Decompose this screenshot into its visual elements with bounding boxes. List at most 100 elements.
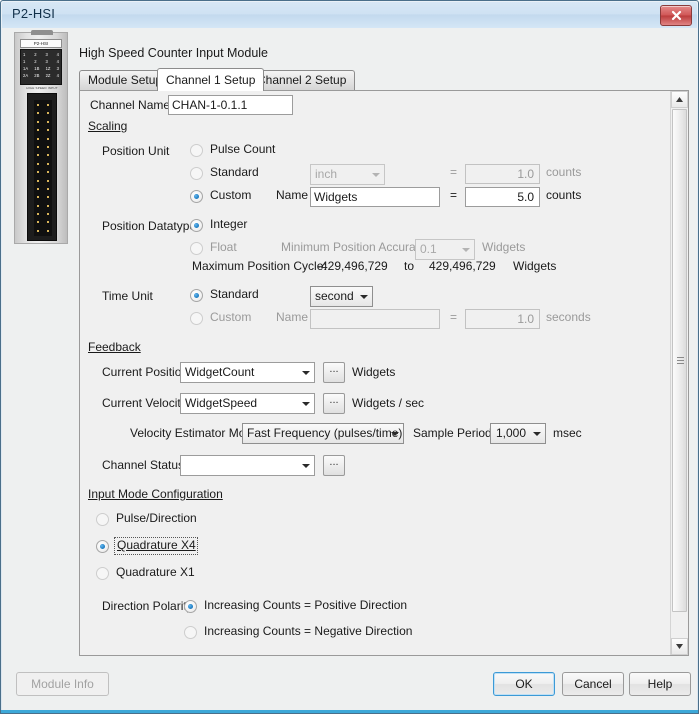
time-standard-unit-value: second: [315, 289, 354, 303]
standard-counts-unit: counts: [546, 165, 582, 179]
current-velocity-select[interactable]: WidgetSpeed: [180, 393, 315, 414]
radio-label-position-custom: Custom: [210, 188, 252, 202]
standard-equals-sign: =: [450, 165, 458, 179]
sample-period-select[interactable]: 1,000: [490, 423, 546, 444]
time-custom-name-input[interactable]: [310, 309, 440, 329]
tab-strip: Module Setup Channel 1 Setup Channel 2 S…: [79, 68, 689, 91]
current-position-label: Current Position: [102, 365, 189, 379]
radio-datatype-float[interactable]: [190, 242, 203, 255]
feedback-section-header: Feedback: [88, 340, 141, 354]
time-custom-unit: seconds: [546, 310, 591, 324]
channel-name-input[interactable]: CHAN-1-0.1.1: [168, 95, 293, 115]
sample-period-value: 1,000: [495, 426, 527, 440]
module-photo-sublabel: HIGH SPEED INPUT: [26, 86, 58, 90]
max-position-cycle-unit: Widgets: [513, 259, 557, 273]
channel-name-label: Channel Name: [90, 98, 171, 112]
help-button[interactable]: Help: [629, 672, 691, 696]
triangle-up-icon: [676, 97, 683, 102]
radio-direction-negative[interactable]: [184, 626, 197, 639]
chevron-down-icon: [391, 431, 399, 436]
radio-time-unit-standard[interactable]: [190, 289, 203, 302]
current-position-browse-button[interactable]: ...: [323, 362, 345, 383]
chevron-down-icon: [360, 294, 368, 299]
standard-position-unit-select[interactable]: inch: [310, 164, 385, 185]
scroll-up-button[interactable]: [671, 91, 688, 108]
chevron-down-icon: [462, 247, 470, 252]
current-position-select[interactable]: WidgetCount: [180, 362, 315, 383]
module-info-button[interactable]: Module Info: [16, 672, 109, 696]
min-accuracy-select[interactable]: 0.1: [415, 239, 475, 260]
radio-input-mode-pulse-direction[interactable]: [96, 513, 109, 526]
max-position-cycle-min: -429,496,729: [317, 259, 388, 273]
time-unit-label: Time Unit: [102, 289, 153, 303]
custom-counts-input[interactable]: 5.0: [465, 187, 540, 207]
radio-direction-positive[interactable]: [184, 600, 197, 613]
chevron-down-icon: [302, 463, 310, 468]
module-photo-led-box: 1234 1234 1A 1B 1Z 3 2A 2B 2Z 4: [20, 49, 62, 85]
vertical-scrollbar[interactable]: [670, 91, 688, 655]
radio-datatype-integer[interactable]: [190, 219, 203, 232]
position-unit-label: Position Unit: [102, 144, 170, 158]
radio-position-unit-custom[interactable]: [190, 190, 203, 203]
title-bar: P2-HSI: [2, 2, 697, 29]
radio-time-unit-custom[interactable]: [190, 312, 203, 325]
current-position-value: WidgetCount: [185, 365, 255, 379]
input-mode-section-header: Input Mode Configuration: [88, 487, 223, 501]
radio-label-quadrature-x1: Quadrature X1: [116, 565, 195, 579]
velocity-estimator-mode-select[interactable]: Fast Frequency (pulses/time): [242, 423, 404, 444]
radio-label-pulse-direction: Pulse/Direction: [116, 511, 197, 525]
position-datatype-label: Position Datatype: [102, 219, 197, 233]
current-velocity-browse-button[interactable]: ...: [323, 393, 345, 414]
custom-unit-name-input[interactable]: Widgets: [310, 187, 440, 207]
radio-position-unit-standard[interactable]: [190, 167, 203, 180]
settings-panel: Channel Name CHAN-1-0.1.1 Scaling Positi…: [79, 90, 689, 656]
time-custom-value-input[interactable]: 1.0: [465, 309, 540, 329]
radio-label-pulse-count: Pulse Count: [210, 142, 276, 156]
radio-label-position-standard: Standard: [210, 165, 259, 179]
min-accuracy-label: Minimum Position Accuracy: [281, 240, 428, 254]
radio-label-time-standard: Standard: [210, 287, 259, 301]
scrollbar-grip: [677, 356, 684, 365]
channel-status-select[interactable]: [180, 455, 315, 476]
dialog-footer: Module Info OK Cancel Help: [2, 656, 697, 712]
standard-counts-input[interactable]: 1.0: [465, 164, 540, 184]
module-photo: P2-HSI 1234 1234 1A 1B 1Z 3 2A 2B 2Z 4 HIGH SP…: [14, 30, 68, 244]
module-photo-body: P2-HSI 1234 1234 1A 1B 1Z 3 2A 2B 2Z 4 HIGH SP…: [14, 30, 68, 244]
ok-button[interactable]: OK: [493, 672, 555, 696]
time-standard-unit-select[interactable]: second: [310, 286, 373, 307]
radio-input-mode-quadrature-x4[interactable]: [96, 540, 109, 553]
tab-channel-1-setup[interactable]: Channel 1 Setup: [157, 68, 265, 91]
current-velocity-value: WidgetSpeed: [185, 396, 258, 410]
close-icon: [671, 10, 681, 21]
tab-channel-2-setup[interactable]: Channel 2 Setup: [248, 70, 356, 90]
chevron-down-icon: [372, 172, 380, 177]
sample-period-label: Sample Period: [413, 426, 492, 440]
chevron-down-icon: [302, 401, 310, 406]
current-velocity-label: Current Velocity: [102, 396, 187, 410]
chevron-down-icon: [533, 431, 541, 436]
window-bottom-accent: [1, 710, 698, 713]
time-custom-equals-sign: =: [450, 310, 458, 324]
radio-position-unit-pulse-count[interactable]: [190, 144, 203, 157]
dialog-window: P2-HSI P2-HSI 1234 1234 1A 1B 1Z 3 2A 2B 2Z 4 …: [0, 0, 699, 714]
channel-status-label: Channel Status: [102, 458, 185, 472]
module-heading: High Speed Counter Input Module: [79, 46, 269, 60]
radio-label-integer: Integer: [210, 217, 248, 231]
scaling-section-header: Scaling: [88, 119, 128, 133]
custom-equals-sign: =: [450, 188, 458, 202]
custom-counts-unit: counts: [546, 188, 582, 202]
scroll-down-button[interactable]: [671, 638, 688, 655]
radio-label-direction-negative: Increasing Counts = Negative Direction: [204, 624, 413, 638]
settings-panel-scroll-content: Channel Name CHAN-1-0.1.1 Scaling Positi…: [80, 91, 670, 655]
close-button[interactable]: [660, 5, 692, 26]
min-accuracy-value: 0.1: [420, 242, 437, 256]
module-photo-connector: [27, 93, 57, 241]
dialog-client-area: P2-HSI 1234 1234 1A 1B 1Z 3 2A 2B 2Z 4 HIGH SP…: [2, 28, 697, 712]
radio-label-direction-positive: Increasing Counts = Positive Direction: [204, 598, 408, 612]
channel-status-browse-button[interactable]: ...: [323, 455, 345, 476]
current-position-unit: Widgets: [352, 365, 396, 379]
chevron-down-icon: [302, 370, 310, 375]
radio-input-mode-quadrature-x1[interactable]: [96, 567, 109, 580]
cancel-button[interactable]: Cancel: [562, 672, 624, 696]
scrollbar-thumb[interactable]: [672, 109, 687, 612]
